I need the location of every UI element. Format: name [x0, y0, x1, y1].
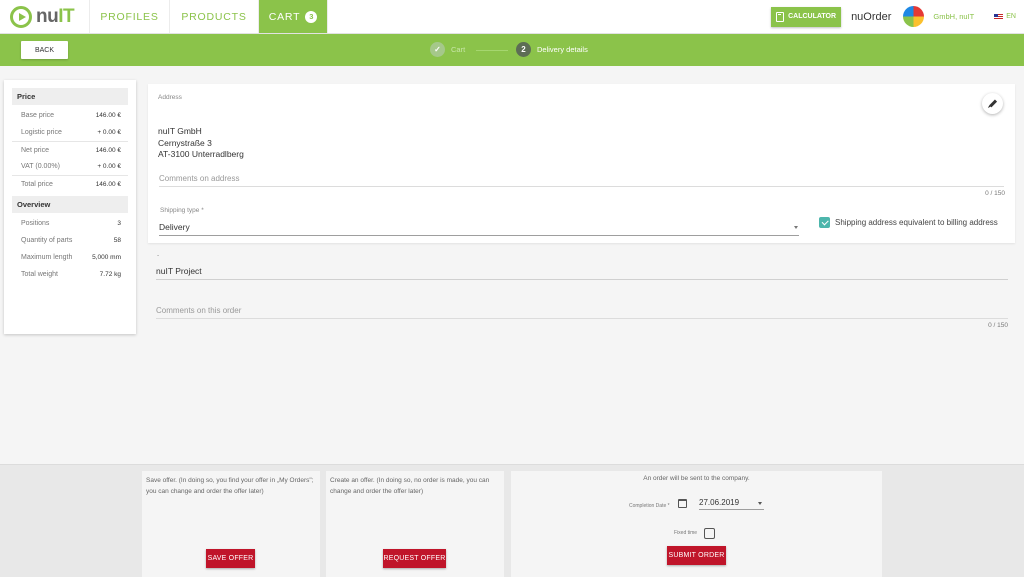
order-actions-footer: Save offer. (In doing so, you find your … — [0, 464, 1024, 577]
language-label: EN — [1006, 13, 1016, 20]
address-label: Address — [158, 94, 182, 101]
row-label: Total price — [21, 180, 53, 188]
company-menu[interactable]: GmbH, nuIT — [903, 0, 974, 33]
nav-profiles[interactable]: PROFILES — [90, 0, 170, 33]
order-summary-card: Price Base price 146.00 € Logistic price… — [4, 80, 136, 334]
row-label: Quantity of parts — [21, 237, 73, 244]
project-field-label: - — [157, 252, 160, 259]
summary-row-max-length: Maximum length 5,000 mm — [12, 249, 128, 266]
shipping-equals-billing-checkbox[interactable]: Shipping address equivalent to billing a… — [819, 217, 998, 228]
summary-row-net-price: Net price 146.00 € — [12, 141, 128, 158]
check-icon: ✓ — [430, 42, 445, 57]
avatar — [903, 6, 925, 27]
step-cart[interactable]: ✓ Cart — [430, 42, 465, 57]
top-navigation: nuIT PROFILES PRODUCTS CART 3 CALCULATOR… — [0, 0, 1024, 34]
checkbox-checked-icon — [819, 217, 830, 228]
overview-header: Overview — [12, 196, 128, 213]
nuit-logo[interactable]: nuIT — [0, 0, 90, 33]
row-value: 146.00 € — [95, 180, 121, 188]
fixed-time-label: Fixed time — [674, 530, 698, 536]
address-line: Cernystraße 3 — [158, 137, 212, 148]
order-comment-counter: 0 / 150 — [988, 322, 1008, 329]
row-label: Total weight — [21, 271, 58, 278]
address-line: AT-3100 Unterradlberg — [158, 149, 244, 159]
shipping-equals-billing-label: Shipping address equivalent to billing a… — [835, 218, 998, 227]
project-name-input[interactable]: nuIT Project — [156, 266, 1008, 280]
step-delivery-label: Delivery details — [537, 45, 588, 54]
address-comment-counter: 0 / 150 — [985, 190, 1005, 197]
address-block: nuIT GmbH Cernystraße 3 AT-3100 Unterrad… — [158, 126, 244, 161]
language-selector[interactable]: EN — [994, 0, 1016, 33]
row-label: Positions — [21, 220, 50, 227]
row-label: VAT (0.00%) — [21, 163, 60, 170]
request-offer-button[interactable]: REQUEST OFFER — [383, 549, 446, 568]
request-offer-description: Create an offer. (In doing so, no order … — [330, 477, 490, 495]
row-value: 146.00 € — [95, 112, 121, 119]
address-card: Address nuIT GmbH Cernystraße 3 AT-3100 … — [148, 84, 1015, 243]
company-name: GmbH, nuIT — [933, 12, 975, 21]
nav-cart[interactable]: CART 3 — [259, 0, 328, 33]
submit-order-button[interactable]: SUBMIT ORDER — [667, 546, 726, 565]
row-label: Base price — [21, 112, 55, 119]
logo-icon — [10, 5, 32, 28]
summary-row-total-price: Total price 146.00 € — [12, 175, 128, 192]
calendar-icon[interactable] — [678, 499, 687, 508]
row-label: Maximum length — [21, 254, 73, 261]
nav-products[interactable]: PRODUCTS — [170, 0, 259, 33]
summary-row-quantity: Quantity of parts 58 — [12, 232, 128, 249]
save-offer-description: Save offer. (In doing so, you find your … — [146, 477, 314, 495]
save-offer-button[interactable]: SAVE OFFER — [206, 549, 255, 568]
request-offer-panel: Create an offer. (In doing so, no order … — [326, 471, 504, 577]
completion-date-value: 27.06.2019 — [699, 498, 740, 507]
step-connector — [476, 50, 508, 51]
chevron-down-icon — [758, 502, 762, 505]
calculator-icon — [776, 11, 785, 22]
order-note: An order will be sent to the company. — [643, 475, 750, 482]
summary-row-base-price: Base price 146.00 € — [12, 107, 128, 124]
pencil-icon — [988, 99, 997, 108]
fixed-time-checkbox[interactable] — [704, 528, 715, 539]
nav-cart-label: CART — [268, 10, 301, 23]
step-cart-label: Cart — [451, 45, 466, 54]
summary-row-vat: VAT (0.00%) + 0.00 € — [12, 158, 128, 175]
save-offer-panel: Save offer. (In doing so, you find your … — [142, 471, 320, 577]
step-delivery-details: 2 Delivery details — [516, 42, 588, 57]
chevron-down-icon — [794, 226, 798, 229]
edit-address-button[interactable] — [982, 93, 1003, 114]
row-value: + 0.00 € — [97, 129, 121, 136]
shipping-type-select[interactable]: Delivery — [159, 222, 799, 236]
completion-date-label: Completion Date * — [629, 503, 670, 509]
summary-row-positions: Positions 3 — [12, 215, 128, 232]
logo-text: nuIT — [36, 5, 75, 27]
price-header: Price — [12, 88, 128, 105]
order-comment-input[interactable]: Comments on this order — [156, 306, 1008, 319]
row-value: 5,000 mm — [92, 254, 121, 261]
step-number: 2 — [516, 42, 531, 57]
back-button[interactable]: BACK — [21, 41, 68, 59]
flag-icon — [994, 13, 1004, 20]
row-value: 58 — [113, 237, 121, 244]
shipping-type-value: Delivery — [159, 222, 190, 232]
row-value: 146.00 € — [95, 146, 121, 154]
step-bar: BACK ✓ Cart 2 Delivery details — [0, 34, 1024, 66]
address-comment-input[interactable]: Comments on address — [159, 174, 1004, 187]
row-value: 7.72 kg — [99, 271, 121, 278]
app-name: nuOrder — [851, 10, 892, 23]
calculator-button[interactable]: CALCULATOR — [771, 6, 842, 27]
submit-order-panel: An order will be sent to the company. Co… — [511, 471, 882, 577]
completion-date-select[interactable]: 27.06.2019 — [699, 498, 764, 510]
address-line: nuIT GmbH — [158, 126, 202, 136]
calculator-label: CALCULATOR — [788, 13, 837, 20]
row-value: 3 — [117, 220, 121, 227]
row-label: Net price — [21, 146, 50, 154]
shipping-type-label: Shipping type * — [160, 207, 204, 214]
cart-count-badge: 3 — [305, 10, 318, 23]
summary-row-total-weight: Total weight 7.72 kg — [12, 266, 128, 283]
summary-row-logistic-price: Logistic price + 0.00 € — [12, 124, 128, 141]
row-label: Logistic price — [21, 129, 62, 136]
row-value: + 0.00 € — [97, 163, 121, 170]
